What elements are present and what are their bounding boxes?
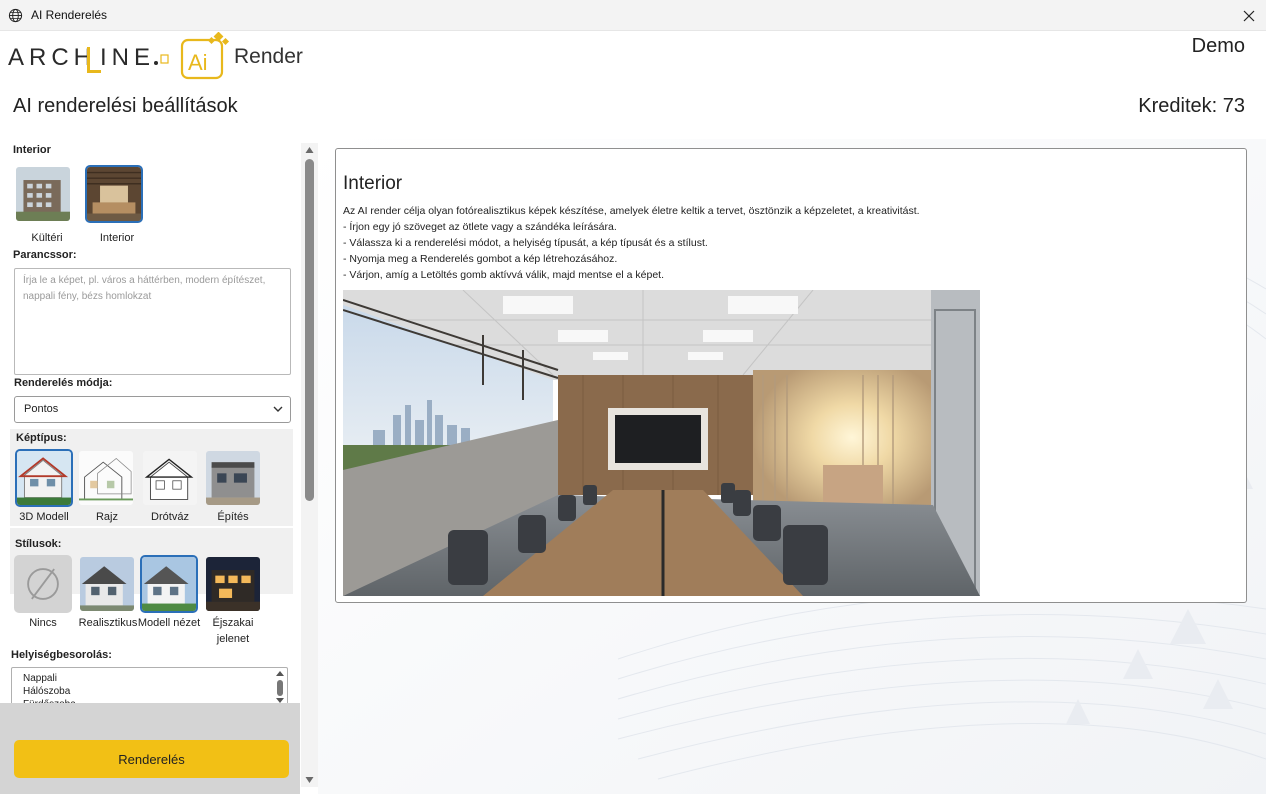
title-bar: AI Renderelés [0, 0, 1266, 31]
info-line: - Várjon, amíg a Letöltés gomb aktívvá v… [343, 269, 664, 281]
image-type-caption: Rajz [95, 511, 118, 523]
render-mode-select[interactable]: Pontos [14, 396, 291, 423]
scrollbar-thumb[interactable] [305, 159, 314, 501]
user-name: Demo [1191, 35, 1245, 57]
render-logo-text: Render [234, 45, 303, 68]
scene-thumb-exterior[interactable] [14, 165, 72, 223]
info-line: - Írjon egy jó szöveget az ötlete vagy a… [343, 221, 617, 233]
style-night-scene[interactable] [204, 555, 262, 613]
room-option[interactable]: Nappali [12, 672, 287, 685]
scroll-up-icon[interactable] [305, 146, 314, 154]
preview-image [343, 290, 980, 596]
style-caption: Éjszakai jelenet [212, 617, 254, 645]
style-model-view[interactable] [140, 555, 198, 613]
globe-icon [8, 8, 23, 23]
chevron-down-icon [273, 406, 283, 412]
info-line: - Nyomja meg a Renderelés gombot a kép l… [343, 253, 618, 265]
scene-thumb-interior[interactable] [85, 165, 143, 223]
close-icon [1243, 10, 1255, 21]
logo-text-ine: INE [100, 44, 155, 71]
image-type-construction[interactable] [204, 449, 262, 507]
style-caption: Realisztikus [78, 617, 138, 629]
prompt-input[interactable] [14, 268, 291, 375]
close-button[interactable] [1232, 0, 1266, 31]
scene-caption: Kültéri [31, 232, 63, 244]
render-mode-label: Renderelés módja: [14, 377, 113, 389]
scroll-down-icon[interactable] [305, 776, 314, 784]
page-title: AI renderelési beállítások [13, 95, 238, 117]
settings-scrollbar[interactable] [301, 143, 318, 787]
image-type-3d-model[interactable] [15, 449, 73, 507]
style-realistic[interactable] [78, 555, 136, 613]
credits-counter: Kreditek: 73 [1138, 95, 1245, 117]
archline-logo: ARCH INE [8, 40, 176, 76]
info-description: Az AI render célja olyan fotórealisztiku… [343, 203, 920, 283]
style-caption: Modell nézet [137, 617, 201, 629]
info-panel: Interior Az AI render célja olyan fotóre… [335, 148, 1247, 603]
styles-label: Stílusok: [15, 538, 62, 550]
image-type-sketch[interactable] [77, 449, 135, 507]
room-option[interactable]: Hálószoba [12, 685, 287, 698]
settings-panel: Interior Kültéri Interior Parancssor: Re… [0, 139, 300, 794]
image-type-wireframe[interactable] [141, 449, 199, 507]
render-button[interactable]: Renderelés [14, 740, 289, 778]
room-listbox[interactable]: Nappali Hálószoba Fürdőszoba [11, 667, 288, 707]
logo-text-arch: ARCH [8, 44, 96, 71]
scene-label: Interior [13, 144, 51, 156]
image-type-label: Képtípus: [16, 432, 67, 444]
image-type-caption: 3D Modell [19, 511, 69, 523]
image-type-caption: Drótváz [151, 511, 189, 523]
style-none[interactable] [14, 555, 72, 613]
scene-caption: Interior [99, 232, 135, 244]
ai-logo-text: Ai [188, 50, 208, 75]
listbox-scrollbar[interactable] [275, 670, 285, 704]
ai-logo: Ai [180, 31, 230, 80]
window-title: AI Renderelés [31, 8, 108, 22]
prompt-label: Parancssor: [13, 249, 77, 261]
render-mode-value: Pontos [24, 403, 59, 415]
room-label: Helyiségbesorolás: [11, 649, 112, 661]
image-type-caption: Építés [217, 511, 249, 523]
info-line: Az AI render célja olyan fotórealisztiku… [343, 205, 920, 217]
no-style-icon [16, 557, 70, 611]
style-caption: Nincs [29, 617, 57, 629]
info-title: Interior [343, 173, 403, 194]
info-line: - Válassza ki a renderelési módot, a hel… [343, 237, 708, 249]
